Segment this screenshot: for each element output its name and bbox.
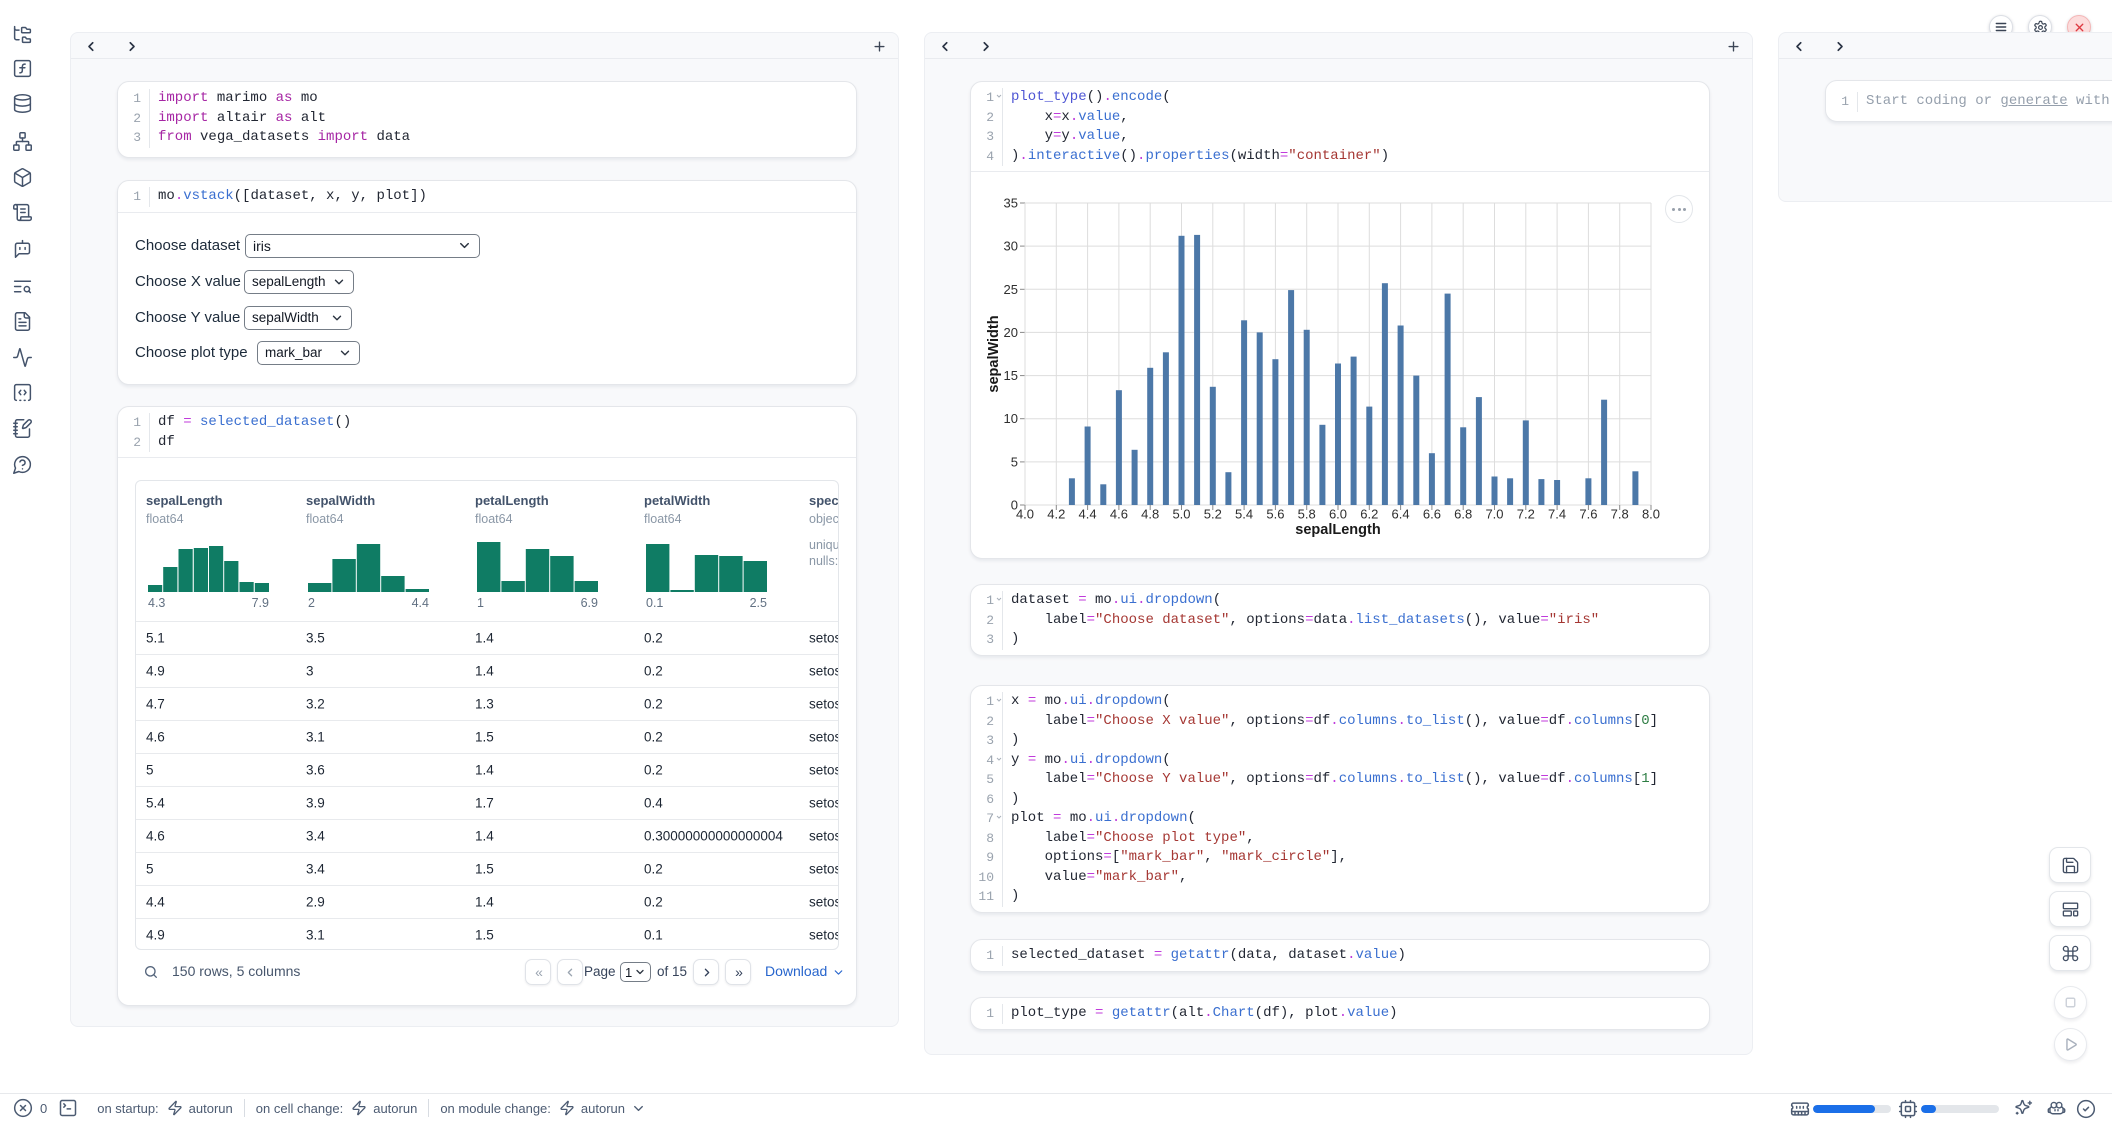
svg-text:10: 10 [1004,411,1018,426]
svg-text:6.0: 6.0 [1329,507,1347,522]
svg-text:6.6: 6.6 [1423,507,1441,522]
svg-text:35: 35 [1004,196,1018,211]
svg-text:7.4: 7.4 [1548,507,1566,522]
svg-text:7.6: 7.6 [1579,507,1597,522]
svg-text:4.4: 4.4 [1079,507,1097,522]
svg-text:4.0: 4.0 [1016,507,1034,522]
svg-text:sepalWidth: sepalWidth [986,315,1002,392]
svg-text:4.2: 4.2 [1047,507,1065,522]
svg-text:5.8: 5.8 [1298,507,1316,522]
svg-text:5.6: 5.6 [1266,507,1284,522]
svg-text:6.8: 6.8 [1454,507,1472,522]
svg-text:25: 25 [1004,282,1018,297]
svg-text:7.0: 7.0 [1485,507,1503,522]
svg-text:30: 30 [1004,239,1018,254]
svg-text:6.2: 6.2 [1360,507,1378,522]
svg-text:5.0: 5.0 [1172,507,1190,522]
svg-text:5.4: 5.4 [1235,507,1253,522]
svg-text:5: 5 [1011,454,1018,469]
svg-text:5.2: 5.2 [1204,507,1222,522]
svg-text:7.2: 7.2 [1517,507,1535,522]
svg-text:6.4: 6.4 [1392,507,1410,522]
svg-text:20: 20 [1004,325,1018,340]
svg-text:8.0: 8.0 [1642,507,1660,522]
svg-text:4.8: 4.8 [1141,507,1159,522]
svg-text:sepalLength: sepalLength [1295,522,1380,538]
svg-text:7.8: 7.8 [1611,507,1629,522]
svg-text:15: 15 [1004,368,1018,383]
svg-text:4.6: 4.6 [1110,507,1128,522]
